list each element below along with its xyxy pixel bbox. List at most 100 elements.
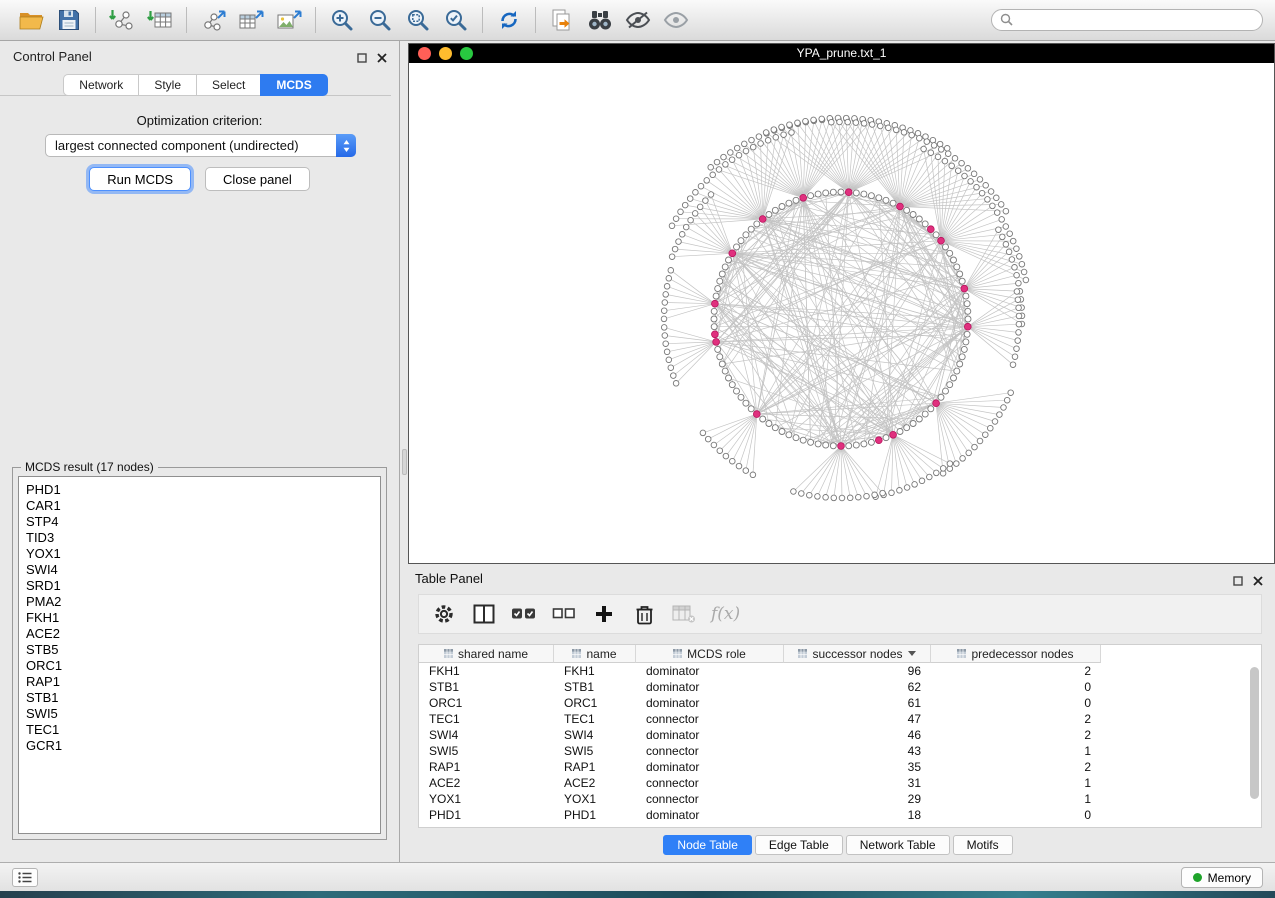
column-type-icon [957,649,966,658]
float-panel-icon[interactable] [357,51,367,66]
network-canvas[interactable] [409,63,1274,563]
column-header-predecessor-nodes[interactable]: predecessor nodes [931,645,1101,663]
table-panel-close-icon[interactable] [1253,574,1263,589]
table-cell: connector [636,744,784,758]
mcds-result-list[interactable]: PHD1CAR1STP4TID3YOX1SWI4SRD1PMA2FKH1ACE2… [18,476,381,834]
column-type-icon [444,649,453,658]
open-file-button[interactable] [12,4,50,36]
mcds-result-item[interactable]: STB1 [26,690,380,706]
zoom-in-button[interactable] [323,4,361,36]
toggle-graphics-details-button[interactable] [619,4,657,36]
column-header-name[interactable]: name [554,645,636,663]
tab-network-table[interactable]: Network Table [846,835,950,855]
table-row[interactable]: ORC1ORC1dominator610 [419,695,1261,711]
deselect-all-columns-button[interactable] [547,599,581,629]
table-panel-float-icon[interactable] [1233,574,1243,589]
table-cell: dominator [636,808,784,822]
import-network-button[interactable] [103,4,141,36]
table-cell: 62 [784,680,931,694]
column-header-mcds-role[interactable]: MCDS role [636,645,784,663]
show-columns-button[interactable] [467,599,501,629]
mcds-result-item[interactable]: STP4 [26,514,380,530]
table-cell: 46 [784,728,931,742]
tab-style[interactable]: Style [138,74,196,96]
table-row[interactable]: SWI4SWI4dominator462 [419,727,1261,743]
memory-button[interactable]: Memory [1181,867,1263,888]
mcds-result-item[interactable]: ORC1 [26,658,380,674]
table-cell: 31 [784,776,931,790]
tab-node-table[interactable]: Node Table [663,835,752,855]
apply-layout-button[interactable] [490,4,528,36]
table-cell: 61 [784,696,931,710]
clone-network-button[interactable] [543,4,581,36]
eye-slash-icon [625,10,651,30]
table-cell: ORC1 [554,696,636,710]
mcds-result-item[interactable]: TID3 [26,530,380,546]
tab-mcds[interactable]: MCDS [260,74,327,96]
table-row[interactable]: TEC1TEC1connector472 [419,711,1261,727]
mcds-result-item[interactable]: PMA2 [26,594,380,610]
table-row[interactable]: FKH1FKH1dominator962 [419,663,1261,679]
show-panels-button[interactable] [12,868,38,887]
mcds-result-item[interactable]: TEC1 [26,722,380,738]
tab-motifs[interactable]: Motifs [953,835,1013,855]
table-row[interactable]: ACE2ACE2connector311 [419,775,1261,791]
table-toolbar: f(x) [418,594,1262,634]
function-builder-label[interactable]: f(x) [707,604,740,624]
vertical-splitter-handle[interactable] [402,449,407,475]
toolbar-separator [482,7,483,33]
mcds-result-item[interactable]: SRD1 [26,578,380,594]
optimization-criterion-select[interactable]: largest connected component (undirected) [45,134,356,157]
table-cell: 0 [931,808,1101,822]
column-header-shared-name[interactable]: shared name [419,645,554,663]
table-settings-button[interactable] [427,599,461,629]
mcds-result-item[interactable]: SWI5 [26,706,380,722]
tab-select[interactable]: Select [196,74,260,96]
show-hide-panel-button[interactable] [657,4,695,36]
zoom-fit-button[interactable] [399,4,437,36]
table-row[interactable]: RAP1RAP1dominator352 [419,759,1261,775]
import-table-button[interactable] [141,4,179,36]
run-mcds-button[interactable]: Run MCDS [89,167,191,191]
mcds-result-item[interactable]: RAP1 [26,674,380,690]
search-input[interactable] [991,9,1263,31]
toolbar-separator [95,7,96,33]
close-mcds-panel-button[interactable]: Close panel [205,167,310,191]
table-cell: SWI5 [554,744,636,758]
tab-edge-table[interactable]: Edge Table [755,835,843,855]
select-all-columns-button[interactable] [507,599,541,629]
memory-status-icon [1193,873,1202,882]
table-row[interactable]: YOX1YOX1connector291 [419,791,1261,807]
create-column-button[interactable] [587,599,621,629]
table-cell: 96 [784,664,931,678]
table-row[interactable]: STB1STB1dominator620 [419,679,1261,695]
mcds-result-item[interactable]: YOX1 [26,546,380,562]
delete-table-button-disabled[interactable] [667,599,701,629]
mcds-result-item[interactable]: SWI4 [26,562,380,578]
column-header-successor-nodes[interactable]: successor nodes [784,645,931,663]
table-row[interactable]: SWI5SWI5connector431 [419,743,1261,759]
save-session-button[interactable] [50,4,88,36]
tab-network[interactable]: Network [63,74,138,96]
export-image-button[interactable] [270,4,308,36]
mcds-result-item[interactable]: CAR1 [26,498,380,514]
mcds-result-item[interactable]: GCR1 [26,738,380,754]
delete-column-button[interactable] [627,599,661,629]
table-scrollbar[interactable] [1250,667,1259,799]
mcds-result-item[interactable]: PHD1 [26,482,380,498]
mcds-result-item[interactable]: ACE2 [26,626,380,642]
table-cell: TEC1 [419,712,554,726]
find-button[interactable] [581,4,619,36]
close-panel-icon[interactable] [377,51,387,66]
mcds-result-item[interactable]: STB5 [26,642,380,658]
search-box [991,9,1263,31]
table-panel-title: Table Panel [415,571,483,586]
table-cell: dominator [636,728,784,742]
zoom-selected-button[interactable] [437,4,475,36]
network-window-titlebar[interactable]: YPA_prune.txt_1 [409,44,1274,63]
export-table-button[interactable] [232,4,270,36]
zoom-out-button[interactable] [361,4,399,36]
export-network-button[interactable] [194,4,232,36]
table-row[interactable]: PHD1PHD1dominator180 [419,807,1261,823]
mcds-result-item[interactable]: FKH1 [26,610,380,626]
